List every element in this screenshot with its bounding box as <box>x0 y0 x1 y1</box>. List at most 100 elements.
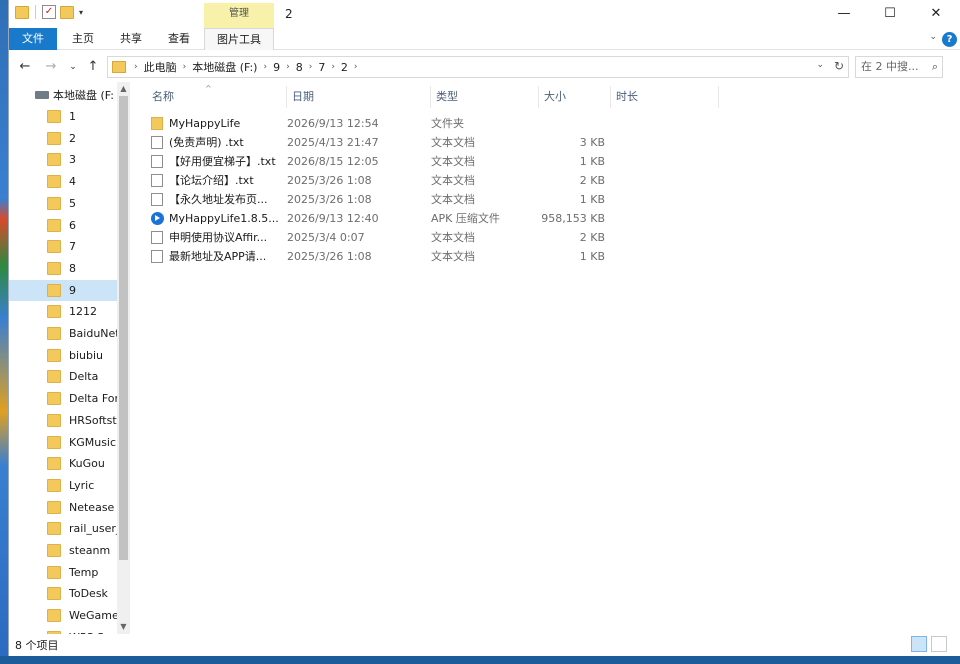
nav-item[interactable]: 6 <box>9 215 117 236</box>
customize-toolbar-dropdown[interactable]: ▾ <box>79 8 83 17</box>
address-dropdown-icon[interactable]: ⌄ <box>816 60 824 70</box>
recent-locations-button[interactable]: ⌄ <box>63 58 83 76</box>
nav-item-label: KGMusic <box>69 435 117 449</box>
nav-drive-f[interactable]: 本地磁盘 (F: <box>35 87 114 103</box>
nav-item[interactable]: 8 <box>9 258 117 279</box>
file-size: 958,153 KB <box>541 212 605 225</box>
nav-item[interactable]: Delta Forc <box>9 388 117 409</box>
file-row[interactable]: 【好用便宜梯子】.txt 2026/8/15 12:05 文本文档 1 KB <box>147 152 617 171</box>
tab-manage[interactable]: 管理 <box>204 3 274 28</box>
folder-icon <box>47 587 61 601</box>
nav-item[interactable]: 5 <box>9 193 117 214</box>
nav-item[interactable]: KGMusic <box>9 432 117 453</box>
up-button[interactable]: ↑ <box>83 58 103 76</box>
nav-item[interactable]: Netease <box>9 497 117 518</box>
file-list: 名称 ^ 日期 类型 大小 时长 MyHappyLife 2026/9/13 12… <box>133 82 951 634</box>
search-icon[interactable]: ⌕ <box>932 57 938 77</box>
breadcrumb-separator[interactable]: › <box>261 62 269 72</box>
column-header-date[interactable]: 日期 <box>287 86 431 108</box>
breadcrumb-separator[interactable]: › <box>132 62 140 72</box>
properties-check-icon[interactable]: ✓ <box>42 5 56 19</box>
column-header-size[interactable]: 大小 <box>539 86 611 108</box>
drive-icon <box>35 91 49 99</box>
close-button[interactable]: ✕ <box>913 0 959 28</box>
nav-item[interactable]: Lyric <box>9 475 117 496</box>
scroll-up-icon[interactable]: ▲ <box>117 82 130 95</box>
file-type: 文本文档 <box>431 193 475 206</box>
breadcrumb-separator[interactable]: › <box>329 62 337 72</box>
file-row[interactable]: (免责声明) .txt 2025/4/13 21:47 文本文档 3 KB <box>147 133 617 152</box>
file-row[interactable]: 最新地址及APP请... 2025/3/26 1:08 文本文档 1 KB <box>147 247 617 266</box>
nav-item[interactable]: HRSoftsto <box>9 410 117 431</box>
file-row[interactable]: 申明使用协议Affir... 2025/3/4 0:07 文本文档 2 KB <box>147 228 617 247</box>
column-header-length[interactable]: 时长 <box>611 86 719 108</box>
folder-icon <box>47 131 61 145</box>
breadcrumb-separator[interactable]: › <box>307 62 315 72</box>
column-header-name[interactable]: 名称 ^ <box>147 84 287 108</box>
address-bar[interactable]: › 此电脑 › 本地磁盘 (F:) › 9 › 8 › 7 › 2 › ⌄ ↻ <box>107 56 849 78</box>
nav-item[interactable]: 1 <box>9 106 117 127</box>
folder-icon <box>112 61 126 73</box>
breadcrumb-2[interactable]: 2 <box>337 61 352 74</box>
navigation-pane: 本地磁盘 (F: 1 2 3 4 5 6 7 8 9 1212 BaiduNetd biubiu Del… <box>9 82 131 634</box>
scroll-down-icon[interactable]: ▼ <box>117 620 130 633</box>
minimize-button[interactable]: — <box>821 0 867 28</box>
nav-item[interactable]: 9 <box>9 279 117 301</box>
details-view-icon[interactable] <box>911 636 927 652</box>
column-header-type[interactable]: 类型 <box>431 86 539 108</box>
tab-share[interactable]: 共享 <box>111 28 151 50</box>
file-row[interactable]: MyHappyLife1.8.5... 2026/9/13 12:40 APK 压缩… <box>147 209 617 228</box>
tab-file[interactable]: 文件 <box>9 28 57 50</box>
nav-item[interactable]: Temp <box>9 562 117 583</box>
nav-item[interactable]: rail_user_c <box>9 518 117 539</box>
nav-item[interactable]: Delta <box>9 366 117 387</box>
breadcrumb-7[interactable]: 7 <box>314 61 329 74</box>
folder-icon <box>47 305 61 319</box>
search-input[interactable]: 在 2 中搜... ⌕ <box>855 56 943 78</box>
file-row[interactable]: 【永久地址发布页... 2025/3/26 1:08 文本文档 1 KB <box>147 190 617 209</box>
breadcrumb-drive-f[interactable]: 本地磁盘 (F:) <box>188 59 261 75</box>
new-folder-icon[interactable] <box>60 5 74 19</box>
file-size: 2 KB <box>579 231 605 244</box>
tab-home[interactable]: 主页 <box>63 28 103 50</box>
ribbon-collapse-icon[interactable]: ⌄ <box>929 32 937 42</box>
breadcrumb-9[interactable]: 9 <box>269 61 284 74</box>
nav-item[interactable]: WPS S... <box>9 627 117 634</box>
nav-item[interactable]: 2 <box>9 128 117 149</box>
forward-button[interactable]: → <box>41 58 61 76</box>
file-row[interactable]: MyHappyLife 2026/9/13 12:54 文件夹 <box>147 114 617 133</box>
nav-item[interactable]: steanm <box>9 540 117 561</box>
content-scrollbar[interactable] <box>951 82 960 634</box>
ribbon-tabs: 文件 主页 共享 查看 图片工具 ⌄ ? <box>9 28 960 50</box>
nav-item[interactable]: 3 <box>9 149 117 170</box>
breadcrumb-separator[interactable]: › <box>284 62 292 72</box>
breadcrumb-separator[interactable]: › <box>181 62 189 72</box>
nav-item[interactable]: ToDesk <box>9 583 117 604</box>
maximize-button[interactable]: ☐ <box>867 0 913 28</box>
nav-item[interactable]: WeGameA <box>9 605 117 626</box>
tab-picture-tools[interactable]: 图片工具 <box>204 28 274 50</box>
folder-icon <box>47 175 61 189</box>
nav-item[interactable]: KuGou <box>9 453 117 474</box>
nav-item-label: Delta Forc <box>69 392 117 406</box>
nav-scrollbar-thumb[interactable] <box>119 96 128 560</box>
text-file-icon <box>151 155 163 168</box>
breadcrumb-this-pc[interactable]: 此电脑 <box>140 59 181 75</box>
nav-item[interactable]: biubiu <box>9 345 117 366</box>
breadcrumb-separator[interactable]: › <box>352 62 360 72</box>
file-row[interactable]: 【论坛介绍】.txt 2025/3/26 1:08 文本文档 2 KB <box>147 171 617 190</box>
help-icon[interactable]: ? <box>942 32 957 47</box>
nav-item[interactable]: 4 <box>9 171 117 192</box>
back-button[interactable]: ← <box>15 58 35 76</box>
nav-item-label: Delta <box>69 370 99 384</box>
nav-item[interactable]: BaiduNetd <box>9 323 117 344</box>
tab-view[interactable]: 查看 <box>159 28 199 50</box>
text-file-icon <box>151 250 163 263</box>
nav-item[interactable]: 7 <box>9 236 117 257</box>
nav-item[interactable]: 1212 <box>9 301 117 322</box>
taskbar <box>0 656 960 664</box>
large-icons-view-icon[interactable] <box>931 636 947 652</box>
breadcrumb-8[interactable]: 8 <box>292 61 307 74</box>
refresh-icon[interactable]: ↻ <box>834 59 844 73</box>
file-date: 2026/8/15 12:05 <box>287 155 379 168</box>
